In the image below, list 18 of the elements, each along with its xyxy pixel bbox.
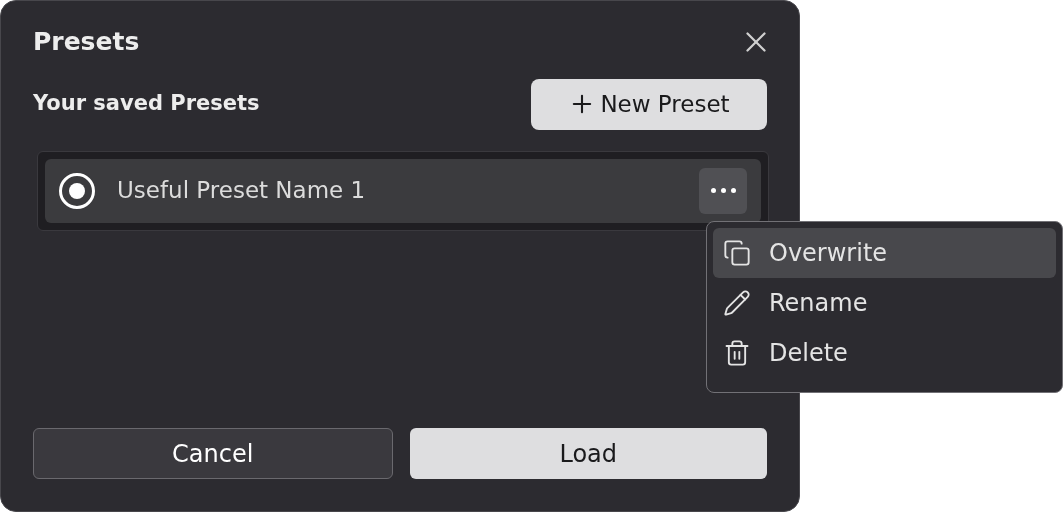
pencil-icon [723, 289, 751, 317]
more-options-button[interactable] [699, 167, 747, 214]
preset-name: Useful Preset Name 1 [117, 176, 367, 206]
radio-button[interactable] [59, 172, 95, 209]
menu-item[interactable]: Rename [713, 278, 1056, 328]
section-label: Your saved Presets [33, 90, 260, 118]
copy-icon [723, 239, 751, 267]
load-button[interactable]: Load [409, 428, 767, 479]
menu-item-label: Overwrite [769, 238, 888, 269]
new-preset-button[interactable]: New Preset [531, 78, 767, 130]
menu-item[interactable]: Delete [713, 328, 1056, 378]
menu-item[interactable]: Overwrite [713, 228, 1056, 278]
preset-row[interactable]: Useful Preset Name 1 [45, 158, 761, 223]
menu-item-label: Rename [769, 288, 868, 319]
menu-item-label: Delete [769, 338, 848, 369]
cancel-button[interactable]: Cancel [33, 428, 393, 479]
dialog-title: Presets [33, 26, 140, 58]
trash-icon [723, 339, 751, 367]
